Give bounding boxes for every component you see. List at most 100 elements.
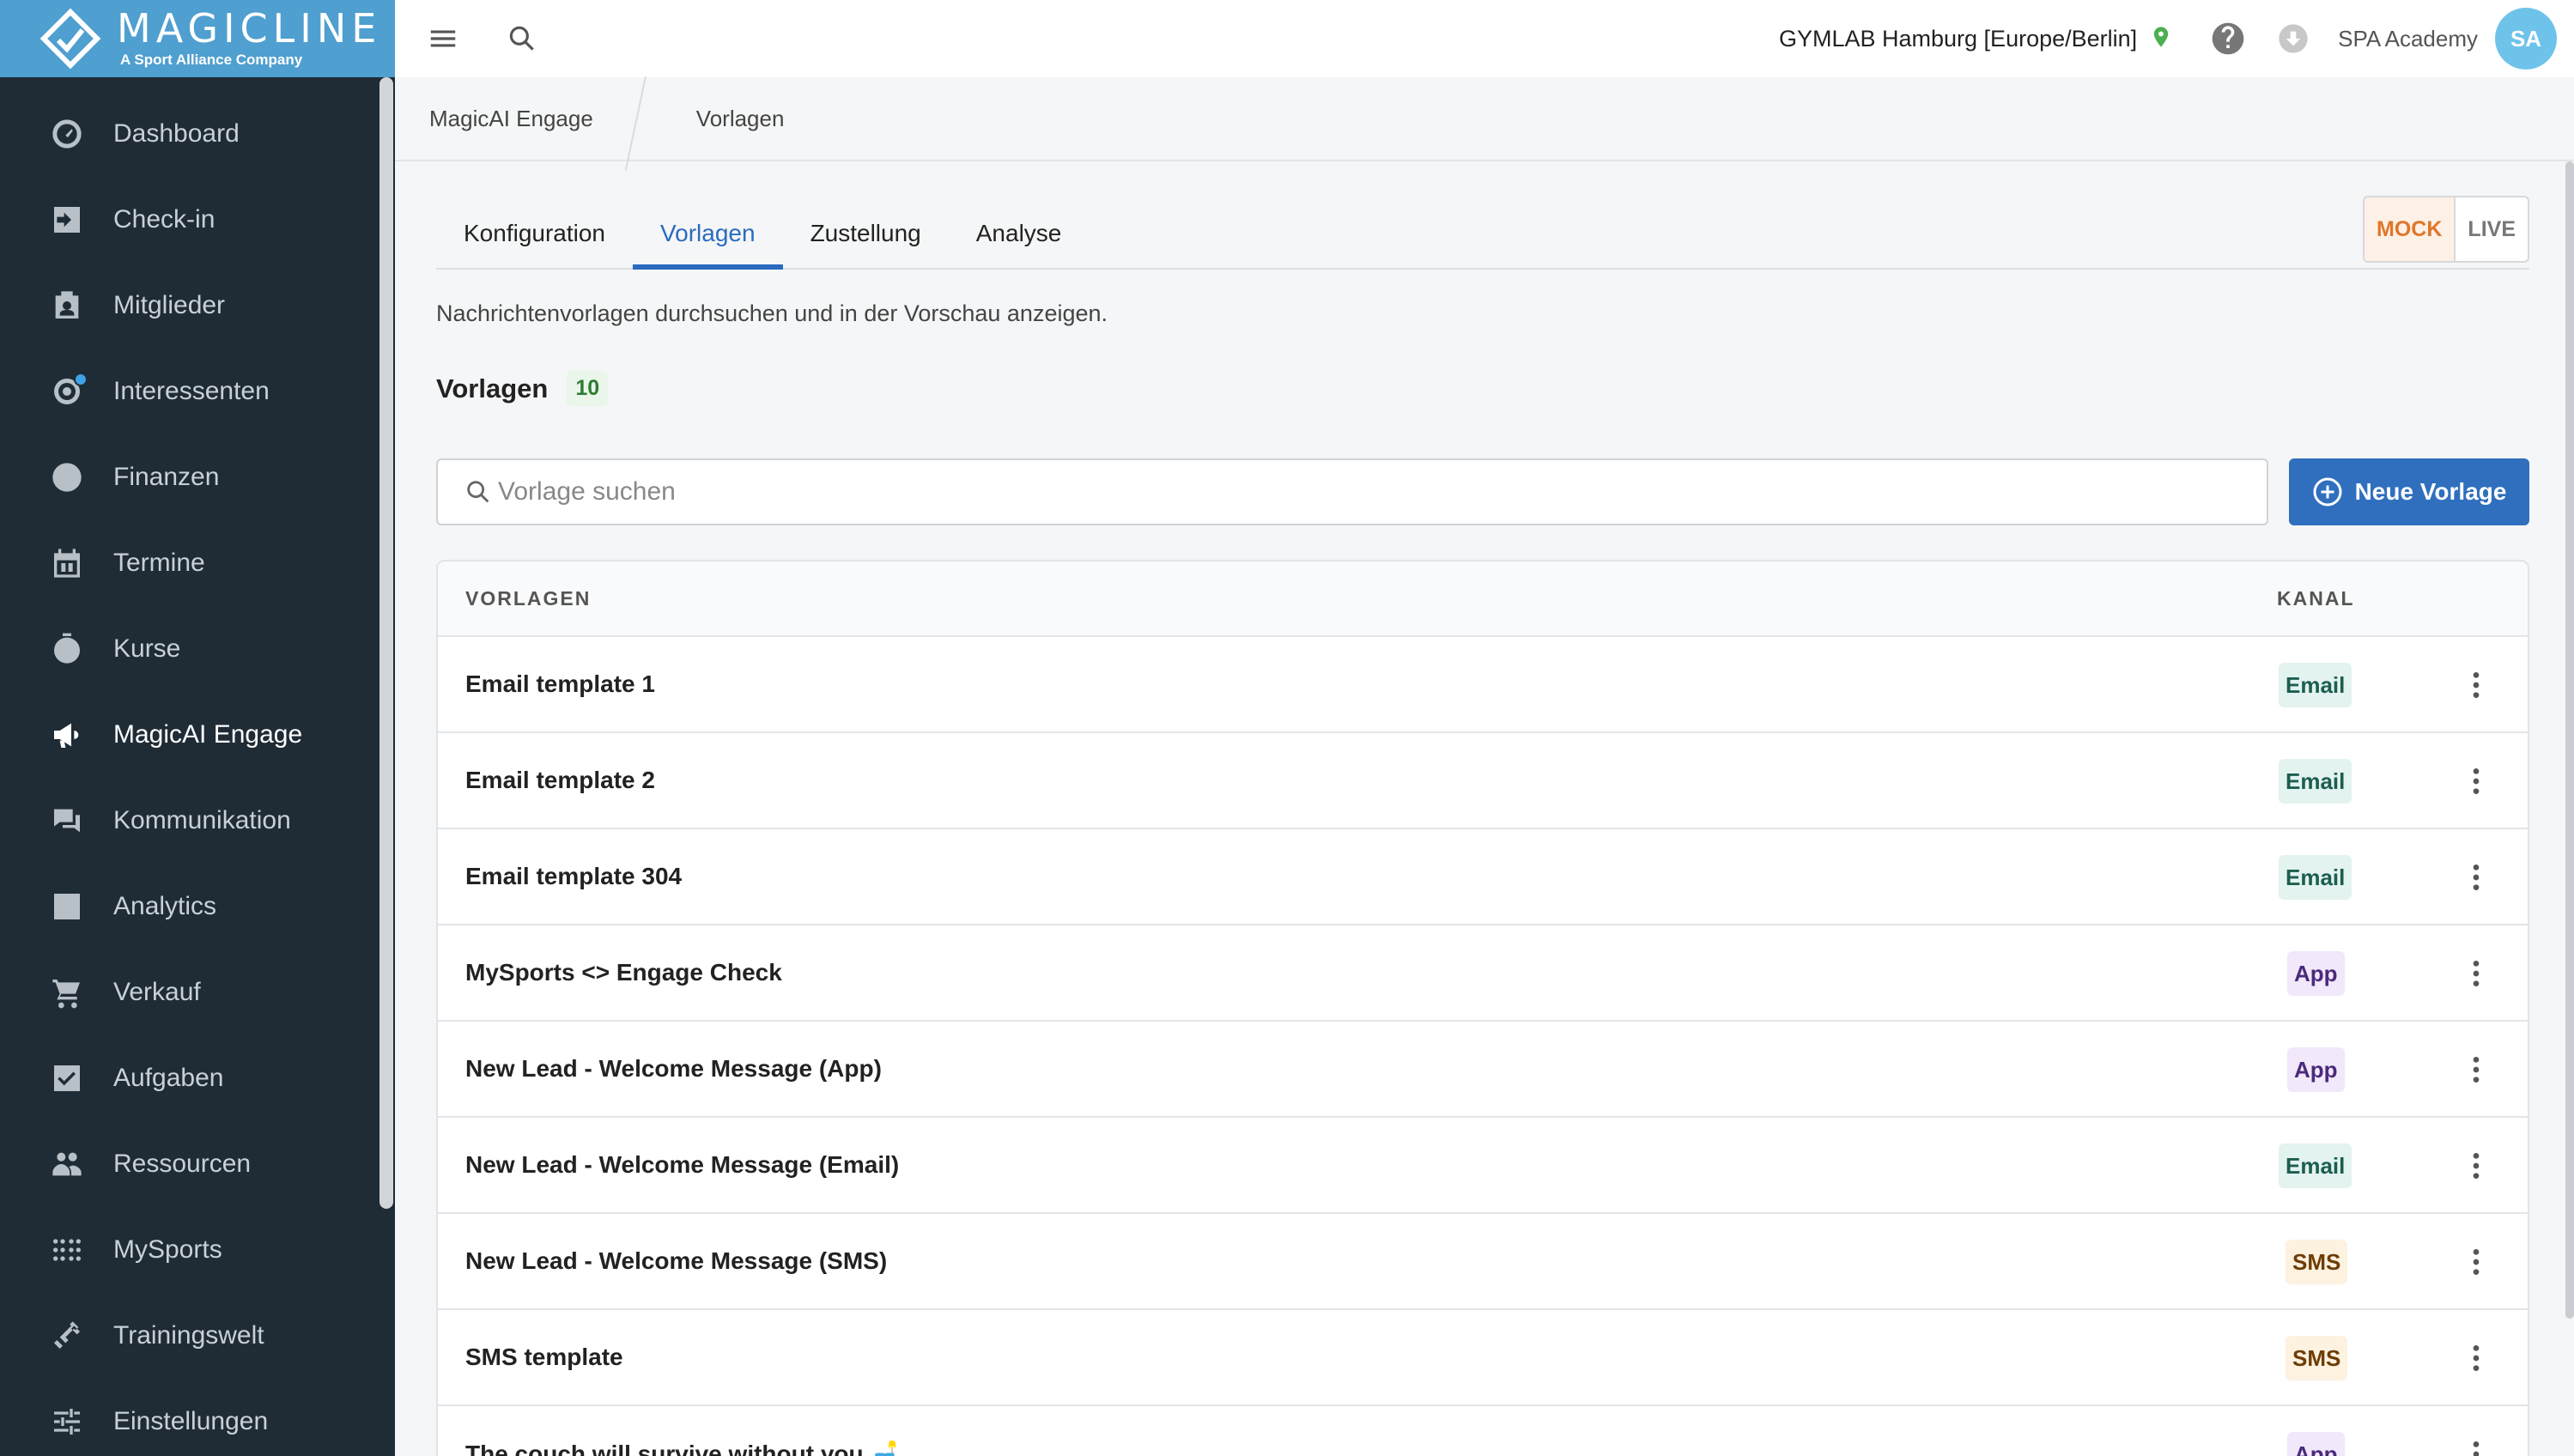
sidebar-item-label: Dashboard — [113, 119, 240, 148]
sidebar-item-interessenten[interactable]: Interessenten — [0, 349, 395, 434]
count-badge: 10 — [567, 371, 609, 406]
more-vert-icon[interactable] — [2459, 860, 2493, 895]
cart-icon — [48, 974, 86, 1011]
sidebar-item-check-in[interactable]: Check-in — [0, 177, 395, 263]
more-vert-icon[interactable] — [2459, 764, 2493, 798]
template-name: Email template 1 — [465, 670, 655, 697]
table-row[interactable]: New Lead - Welcome Message (Email) Email — [438, 1118, 2528, 1214]
sidebar-item-label: Analytics — [113, 892, 217, 920]
sidebar-item-termine[interactable]: Termine — [0, 520, 395, 606]
sidebar-item-analytics[interactable]: Analytics — [0, 864, 395, 949]
table-row[interactable]: SMS template SMS — [438, 1310, 2528, 1406]
sidebar-item-label: Ressourcen — [113, 1150, 252, 1178]
studio-selector[interactable]: GYMLAB Hamburg [Europe/Berlin] — [1779, 26, 2137, 52]
hamburger-menu-icon[interactable] — [424, 20, 462, 58]
download-icon[interactable] — [2274, 20, 2312, 58]
more-vert-icon[interactable] — [2459, 956, 2493, 991]
sidebar-scrollbar[interactable] — [378, 77, 395, 1456]
table-row[interactable]: MySports <> Engage Check App — [438, 925, 2528, 1022]
table-row[interactable]: Email template 2 Email — [438, 733, 2528, 829]
new-template-button[interactable]: Neue Vorlage — [2289, 458, 2529, 525]
chat-icon — [48, 802, 86, 840]
more-vert-icon[interactable] — [2459, 1437, 2493, 1456]
sidebar-item-ressourcen[interactable]: Ressourcen — [0, 1121, 395, 1207]
breadcrumb-item-vorlagen: Vorlagen — [695, 105, 785, 131]
magicline-logo-icon — [39, 8, 101, 70]
sidebar-item-label: Termine — [113, 549, 205, 577]
breadcrumb: MagicAI Engage Vorlagen — [395, 77, 2574, 161]
sidebar-item-label: Finanzen — [113, 463, 220, 491]
more-vert-icon[interactable] — [2459, 1341, 2493, 1375]
brand-tagline: A Sport Alliance Company — [120, 52, 303, 68]
members-icon — [48, 287, 86, 325]
tab-vorlagen[interactable]: Vorlagen — [633, 208, 783, 270]
brand-logo[interactable]: MAGICLINE A Sport Alliance Company — [0, 0, 395, 77]
live-mode-button[interactable]: LIVE — [2456, 197, 2528, 261]
sidebar-item-label: Trainingswelt — [113, 1321, 264, 1350]
template-name: New Lead - Welcome Message (SMS) — [465, 1247, 888, 1274]
sidebar-item-mysports[interactable]: MySports — [0, 1207, 395, 1293]
tab-zustellung[interactable]: Zustellung — [783, 208, 949, 270]
section-header: Vorlagen 10 — [436, 371, 609, 406]
sliders-icon — [48, 1403, 86, 1441]
channel-badge: App — [2287, 1432, 2345, 1456]
template-name: SMS template — [465, 1344, 623, 1370]
more-vert-icon[interactable] — [2459, 668, 2493, 702]
sidebar-item-finanzen[interactable]: Finanzen — [0, 434, 395, 520]
calendar-icon — [48, 544, 86, 582]
mock-mode-button[interactable]: MOCK — [2365, 197, 2456, 261]
tab-analyse[interactable]: Analyse — [949, 208, 1090, 270]
dumbbell-icon — [48, 1317, 86, 1355]
sidebar-scrollbar-thumb[interactable] — [379, 77, 393, 1209]
sidebar-item-magicai-engage[interactable]: MagicAI Engage — [0, 692, 395, 778]
search-input[interactable] — [498, 477, 2215, 507]
template-name: MySports <> Engage Check — [465, 959, 782, 986]
template-name: New Lead - Welcome Message (App) — [465, 1055, 882, 1082]
organization-name[interactable]: SPA Academy — [2338, 26, 2478, 52]
avatar[interactable]: SA — [2495, 8, 2557, 70]
channel-badge: Email — [2279, 855, 2352, 900]
table-row[interactable]: New Lead - Welcome Message (SMS) SMS — [438, 1214, 2528, 1310]
sidebar-item-trainingswelt[interactable]: Trainingswelt — [0, 1293, 395, 1379]
table-row[interactable]: Email template 1 Email — [438, 637, 2528, 733]
sidebar-item-dashboard[interactable]: Dashboard — [0, 91, 395, 177]
top-bar: GYMLAB Hamburg [Europe/Berlin] SPA Acade… — [395, 0, 2574, 77]
template-search — [436, 458, 2268, 525]
mode-toggle: MOCK LIVE — [2363, 196, 2529, 263]
sidebar-nav: Dashboard Check-in Mitglieder Interessen… — [0, 77, 395, 1456]
channel-badge: App — [2287, 951, 2345, 996]
sidebar-item-einstellungen[interactable]: Einstellungen — [0, 1379, 395, 1456]
channel-badge: Email — [2279, 663, 2352, 707]
more-vert-icon[interactable] — [2459, 1053, 2493, 1087]
euro-icon — [48, 458, 86, 496]
table-header: VORLAGEN KANAL — [438, 561, 2528, 637]
template-name: Email template 304 — [465, 863, 683, 889]
table-row[interactable]: The couch will survive without you 🛋️ Ap… — [438, 1406, 2528, 1456]
more-vert-icon[interactable] — [2459, 1149, 2493, 1183]
tab-konfiguration[interactable]: Konfiguration — [436, 208, 633, 270]
stopwatch-icon — [48, 630, 86, 668]
column-header-name[interactable]: VORLAGEN — [465, 587, 591, 610]
table-row[interactable]: Email template 304 Email — [438, 829, 2528, 925]
breadcrumb-separator — [628, 76, 662, 161]
search-icon[interactable] — [503, 20, 541, 58]
dots-grid-icon — [48, 1231, 86, 1269]
help-icon[interactable] — [2209, 20, 2247, 58]
megaphone-icon — [48, 716, 86, 754]
table-row[interactable]: New Lead - Welcome Message (App) App — [438, 1022, 2528, 1118]
search-icon — [467, 481, 489, 503]
sidebar-item-label: Check-in — [113, 205, 216, 234]
sidebar-item-label: Kommunikation — [113, 806, 291, 834]
channel-badge: Email — [2279, 1144, 2352, 1188]
sidebar-item-kommunikation[interactable]: Kommunikation — [0, 778, 395, 864]
sidebar-item-kurse[interactable]: Kurse — [0, 606, 395, 692]
page-scrollbar[interactable] — [2565, 161, 2574, 1319]
sidebar-item-mitglieder[interactable]: Mitglieder — [0, 263, 395, 349]
sidebar-item-verkauf[interactable]: Verkauf — [0, 949, 395, 1035]
breadcrumb-item-engage[interactable]: MagicAI Engage — [429, 106, 593, 132]
column-header-channel[interactable]: KANAL — [2277, 587, 2355, 610]
dashboard-icon — [48, 115, 86, 153]
notification-dot — [74, 373, 88, 386]
sidebar-item-aufgaben[interactable]: Aufgaben — [0, 1035, 395, 1121]
more-vert-icon[interactable] — [2459, 1245, 2493, 1279]
